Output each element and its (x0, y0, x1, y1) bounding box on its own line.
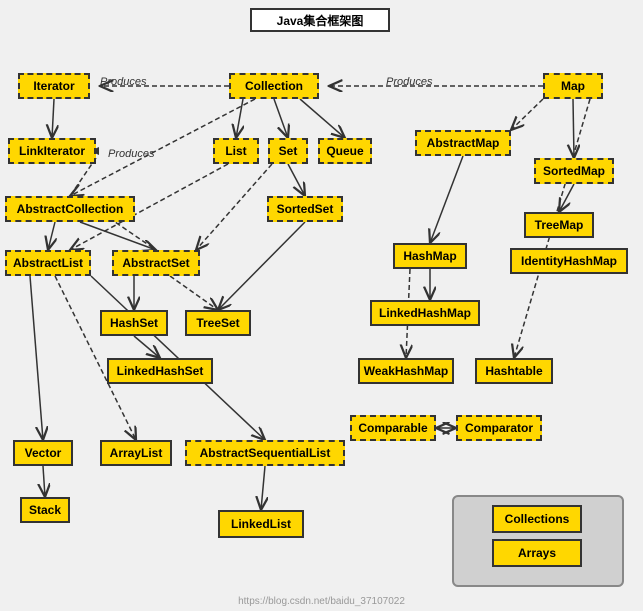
diagram-container: Comparator --> Java集合框架图 Iterator Collec… (0, 0, 643, 611)
node-linkedlist: LinkedList (218, 510, 304, 538)
produces-label-1: Produces (100, 76, 146, 88)
node-sortedset: SortedSet (267, 196, 343, 222)
watermark: https://blog.csdn.net/baidu_37107022 (238, 596, 405, 607)
node-arrays: Arrays (492, 539, 582, 567)
node-collection: Collection (229, 73, 319, 99)
node-collections: Collections (492, 505, 582, 533)
node-hashtable: Hashtable (475, 358, 553, 384)
node-sortedmap: SortedMap (534, 158, 614, 184)
title-label: Java集合框架图 (277, 12, 364, 29)
node-map: Map (543, 73, 603, 99)
node-hashmap: HashMap (393, 243, 467, 269)
node-linkedhashset: LinkedHashSet (107, 358, 213, 384)
node-comparable: Comparable (350, 415, 436, 441)
node-set: Set (268, 138, 308, 164)
node-iterator: Iterator (18, 73, 90, 99)
title-box: Java集合框架图 (250, 8, 390, 32)
node-hashset: HashSet (100, 310, 168, 336)
node-list: List (213, 138, 259, 164)
node-weakhashmap: WeakHashMap (358, 358, 454, 384)
node-abstractset: AbstractSet (112, 250, 200, 276)
node-linkedhashmap: LinkedHashMap (370, 300, 480, 326)
node-comparator: Comparator (456, 415, 542, 441)
node-abstractsequentiallist: AbstractSequentialList (185, 440, 345, 466)
node-queue: Queue (318, 138, 372, 164)
produces-label-2: Produces (386, 76, 432, 88)
legend-box: Collections Arrays (452, 495, 624, 587)
node-arraylist: ArrayList (100, 440, 172, 466)
node-treemap: TreeMap (524, 212, 594, 238)
node-abstractmap: AbstractMap (415, 130, 511, 156)
node-abstractlist: AbstractList (5, 250, 91, 276)
node-identityhashmap: IdentityHashMap (510, 248, 628, 274)
node-stack: Stack (20, 497, 70, 523)
node-treeset: TreeSet (185, 310, 251, 336)
produces-label-3: Produces (108, 148, 154, 160)
node-abstractcollection: AbstractCollection (5, 196, 135, 222)
node-vector: Vector (13, 440, 73, 466)
node-linkiterator: LinkIterator (8, 138, 96, 164)
